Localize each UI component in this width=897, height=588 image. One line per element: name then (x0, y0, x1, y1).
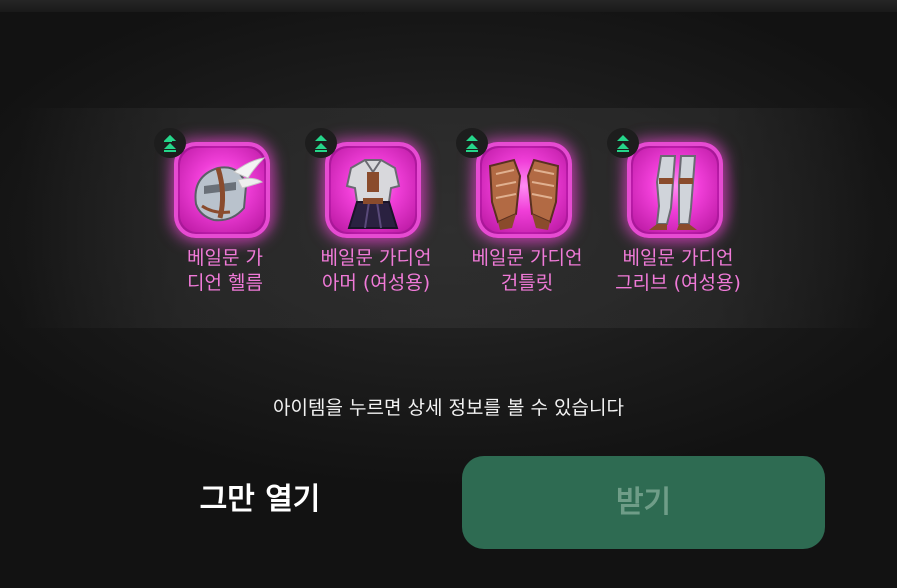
item-name-line1: 베일문 가디언 (320, 247, 432, 269)
stop-opening-button[interactable]: 그만 열기 (160, 468, 360, 532)
helm-icon (174, 142, 270, 238)
reward-popup: 베일문 가 디언 헬름 베일문 가디언 아머 (여성용) 베일문 가디언 건틀릿… (0, 0, 897, 588)
upgrade-arrow-icon (607, 128, 639, 158)
item-name-line1: 베일문 가디언 (471, 247, 583, 269)
reward-item-helm[interactable]: 베일문 가 디언 헬름 (150, 128, 300, 303)
reward-item-list: 베일문 가 디언 헬름 베일문 가디언 아머 (여성용) 베일문 가디언 건틀릿… (0, 0, 897, 330)
item-name-line1: 베일문 가 (187, 247, 263, 269)
item-name: 베일문 가 디언 헬름 (150, 246, 300, 296)
hint-text: 아이템을 누르면 상세 정보를 볼 수 있습니다 (273, 397, 624, 419)
armor-icon (325, 142, 421, 238)
item-name-line2: 그리브 (여성용) (615, 272, 741, 294)
upgrade-arrow-icon (456, 128, 488, 158)
item-name-line2: 건틀릿 (500, 272, 554, 294)
item-name-line2: 디언 헬름 (187, 272, 263, 294)
upgrade-arrow-icon (305, 128, 337, 158)
greaves-icon (627, 142, 723, 238)
reward-item-armor[interactable]: 베일문 가디언 아머 (여성용) (301, 128, 451, 303)
reward-item-gauntlet[interactable]: 베일문 가디언 건틀릿 (452, 128, 602, 303)
upgrade-arrow-icon (154, 128, 186, 158)
item-name-line2: 아머 (여성용) (321, 272, 431, 294)
item-name: 베일문 가디언 그리브 (여성용) (603, 246, 753, 296)
item-name-line1: 베일문 가디언 (622, 247, 734, 269)
item-name: 베일문 가디언 건틀릿 (452, 246, 602, 296)
item-name: 베일문 가디언 아머 (여성용) (301, 246, 451, 296)
gauntlet-icon (476, 142, 572, 238)
receive-button[interactable]: 받기 (462, 456, 825, 549)
reward-item-greaves[interactable]: 베일문 가디언 그리브 (여성용) (603, 128, 753, 303)
